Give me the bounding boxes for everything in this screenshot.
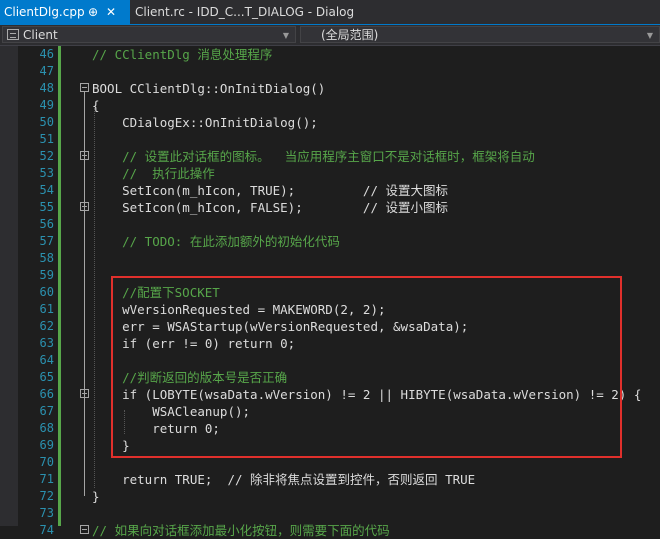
code-editor[interactable]: 46// CClientDlg 消息处理程序 47 48 BOOL CClient…	[0, 46, 660, 538]
code-line: 57 // TODO: 在此添加额外的初始化代码	[39, 234, 340, 249]
code-line: 47	[39, 64, 54, 78]
scope-name: (全局范围)	[321, 28, 379, 42]
code-line: 73	[39, 506, 54, 520]
tab-label: ClientDlg.cpp	[4, 5, 85, 19]
navigation-bar: Client ▼ (全局范围) ▼	[0, 25, 660, 46]
code-line: 51	[39, 132, 54, 146]
close-icon[interactable]: ✕	[106, 0, 116, 24]
pin-icon[interactable]: ⊕	[88, 0, 98, 24]
code-line: 50 CDialogEx::OnInitDialog();	[39, 115, 318, 130]
chevron-down-icon: ▼	[646, 31, 653, 40]
tab-client-rc[interactable]: Client.rc - IDD_C...T_DIALOG - Dialog	[131, 0, 421, 24]
code-line: 58	[39, 251, 54, 265]
code-line: 49{	[39, 98, 100, 113]
code-line: 71 return TRUE; // 除非将焦点设置到控件，否则返回 TRUE	[39, 472, 476, 487]
document-tab-bar: ClientDlg.cpp ⊕ ✕ Client.rc - IDD_C...T_…	[0, 0, 660, 25]
code-line: 52 // 设置此对话框的图标。 当应用程序主窗口不是对话框时，框架将自动	[39, 149, 535, 164]
code-line: 54 SetIcon(m_hIcon, TRUE); // 设置大图标	[39, 183, 448, 198]
code-line: 72}	[39, 489, 100, 504]
code-line: 48 BOOL CClientDlg::OnInitDialog()	[39, 81, 326, 96]
highlight-box	[111, 276, 622, 458]
project-name: Client	[23, 28, 58, 42]
project-dropdown[interactable]: Client ▼	[2, 26, 296, 43]
code-line: 55 SetIcon(m_hIcon, FALSE); // 设置小图标	[39, 200, 448, 215]
tab-label: Client.rc - IDD_C...T_DIALOG - Dialog	[135, 5, 355, 19]
code-line: 53 // 执行此操作	[39, 166, 215, 181]
code-line: 46// CClientDlg 消息处理程序	[39, 47, 273, 62]
code-line: 56	[39, 217, 54, 231]
chevron-down-icon: ▼	[282, 31, 289, 40]
tab-clientdlg-cpp[interactable]: ClientDlg.cpp ⊕ ✕	[0, 0, 130, 24]
code-line: 74// 如果向对话框添加最小化按钮，则需要下面的代码	[39, 523, 390, 538]
project-icon	[7, 29, 19, 40]
scope-dropdown[interactable]: (全局范围) ▼	[300, 26, 660, 43]
